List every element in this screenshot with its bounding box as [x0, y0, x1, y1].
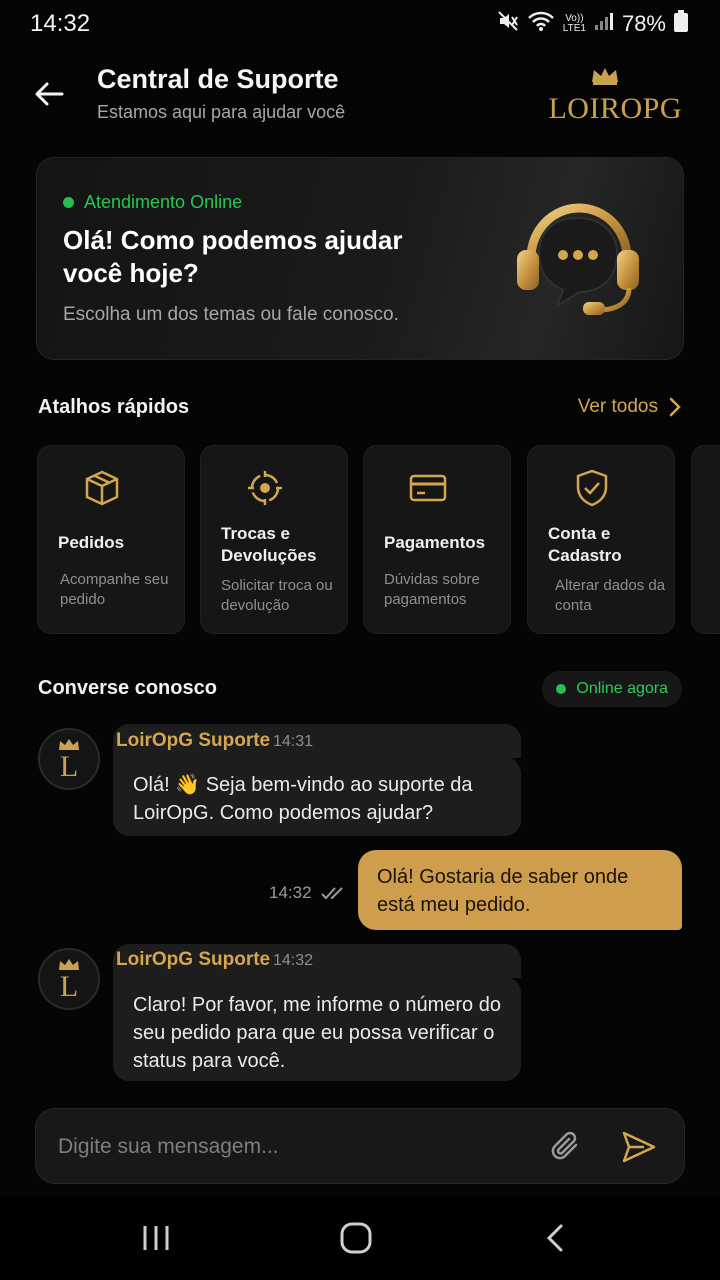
recent-apps-button[interactable]	[136, 1218, 176, 1258]
online-badge: Online agora	[542, 671, 682, 707]
brand-logo: LOIROPG	[532, 66, 682, 126]
shortcut-desc: Dúvidas sobre pagamentos	[384, 571, 480, 608]
battery-icon	[674, 10, 688, 37]
headset-chat-icon	[503, 188, 653, 328]
shortcuts-carousel[interactable]: Pedidos Acompanhe seu pedido Trocas e De…	[37, 445, 720, 635]
welcome-title: Olá! Como podemos ajudar você hoje?	[63, 225, 403, 288]
message-bubble-agent: Olá! 👋 Seja bem-vindo ao suporte da Loir…	[113, 757, 521, 836]
message-time: 14:31	[273, 733, 314, 750]
page-title: Central de Suporte	[97, 64, 339, 94]
message-time: 14:32	[273, 952, 314, 969]
status-bar: 14:32 Vo)) LTE1 78%	[0, 0, 720, 48]
online-status: Atendimento Online	[63, 192, 242, 213]
network-lte-icon: Vo)) LTE1	[562, 12, 586, 34]
message-composer	[35, 1108, 685, 1184]
signal-icon	[594, 11, 614, 36]
welcome-card: Atendimento Online Olá! Como podemos aju…	[36, 157, 684, 360]
back-button[interactable]	[30, 74, 70, 114]
shortcut-desc: Alterar dados da conta	[555, 577, 666, 614]
shortcut-title: Pagamentos	[384, 533, 486, 552]
chat-title: Converse conosco	[38, 677, 217, 699]
shortcut-card-account[interactable]: Conta e Cadastro Alterar dados da conta	[527, 445, 675, 634]
chevron-left-icon	[546, 1224, 563, 1252]
message-input[interactable]	[58, 1127, 528, 1167]
shortcut-card-exchanges[interactable]: Trocas e Devoluções Solicitar troca ou d…	[200, 445, 348, 634]
status-time: 14:32	[30, 10, 91, 37]
arrow-left-icon	[35, 82, 64, 106]
mute-icon	[497, 10, 519, 37]
system-nav-bar	[0, 1196, 720, 1280]
system-back-button[interactable]	[536, 1218, 576, 1258]
shortcuts-title: Atalhos rápidos	[38, 396, 190, 418]
battery-percent: 78%	[621, 10, 666, 36]
shortcut-title: Conta e Cadastro	[548, 524, 622, 565]
see-all-link[interactable]: Ver todos	[578, 396, 682, 418]
paperclip-icon	[551, 1131, 578, 1160]
chevron-right-icon	[669, 397, 681, 417]
home-button[interactable]	[336, 1218, 376, 1258]
credit-card-icon	[408, 468, 448, 508]
box-icon	[82, 468, 122, 508]
crown-icon	[592, 68, 618, 85]
page-subtitle: Estamos aqui para ajudar você	[97, 102, 346, 122]
logo-text: LOIROPG	[548, 92, 682, 125]
shortcut-card-orders[interactable]: Pedidos Acompanhe seu pedido	[37, 445, 185, 634]
online-dot	[63, 197, 74, 208]
shield-check-icon	[572, 468, 612, 508]
agent-avatar: L	[38, 728, 100, 790]
double-check-icon	[321, 887, 343, 900]
message-bubble-user: Olá! Gostaria de saber onde está meu ped…	[358, 850, 682, 930]
shortcut-desc: Solicitar troca ou devolução	[221, 577, 333, 614]
shortcut-title: Trocas e Devoluções	[221, 524, 317, 565]
shortcut-card-payments[interactable]: Pagamentos Dúvidas sobre pagamentos	[363, 445, 511, 634]
wifi-icon	[527, 10, 555, 37]
message-sender: LoirOpG Suporte	[116, 949, 271, 970]
shortcut-desc: Acompanhe seu pedido	[60, 571, 169, 608]
message-sender: LoirOpG Suporte	[116, 730, 271, 751]
send-icon	[622, 1131, 656, 1163]
recent-apps-icon	[143, 1226, 169, 1250]
message-time: 14:32	[269, 883, 312, 902]
shortcut-title: Pedidos	[58, 533, 125, 552]
send-button[interactable]	[620, 1129, 658, 1165]
message-bubble-agent: Claro! Por favor, me informe o número do…	[113, 977, 521, 1081]
app-header: Central de Suporte Estamos aqui para aju…	[0, 56, 720, 136]
welcome-subtitle: Escolha um dos temas ou fale conosco.	[63, 304, 399, 325]
home-icon	[340, 1222, 372, 1254]
online-dot	[556, 684, 567, 694]
exchange-icon	[245, 468, 285, 508]
agent-avatar: L	[38, 948, 100, 1010]
attach-button[interactable]	[548, 1129, 584, 1165]
shortcut-card-partial[interactable]	[691, 445, 720, 634]
status-icons: Vo)) LTE1 78%	[497, 10, 688, 37]
